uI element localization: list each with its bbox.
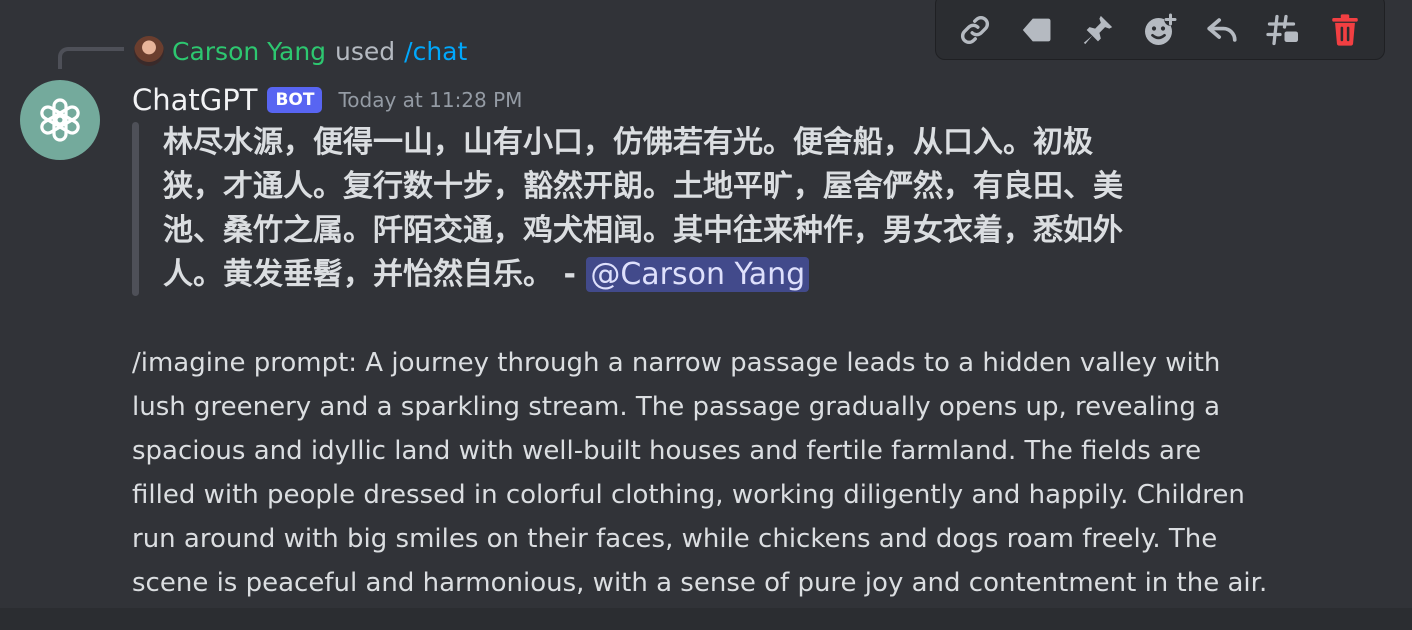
command-user-avatar[interactable] [134, 36, 164, 66]
tag-icon [1022, 18, 1051, 42]
bot-badge: BOT [267, 87, 323, 113]
command-name-link[interactable]: /chat [404, 37, 467, 66]
quote-line: 池、桑竹之属。阡陌交通，鸡犬相闻。其中往来种作，男女衣着，悉如外 [163, 213, 1123, 248]
bottom-divider [0, 608, 1412, 630]
quote-line: 狭，才通人。复行数十步，豁然开朗。土地平旷，屋舍俨然，有良田、美 [163, 169, 1123, 204]
quote-line: 林尽水源，便得一山，山有小口，仿佛若有光。便舍船，从口入。初极 [163, 125, 1093, 160]
pin-message-button[interactable] [1074, 6, 1122, 54]
blockquote-text: 林尽水源，便得一山，山有小口，仿佛若有光。便舍船，从口入。初极 狭，才通人。复行… [163, 121, 1203, 297]
pin-icon [1084, 15, 1113, 45]
command-usage-line: Carson Yang used /chat [134, 32, 467, 70]
user-mention[interactable]: @Carson Yang [586, 257, 810, 292]
chatgpt-logo-icon [40, 98, 80, 142]
prompt-paragraph: /imagine prompt: A journey through a nar… [132, 341, 1392, 605]
delete-message-button[interactable] [1321, 6, 1369, 54]
message-view: Carson Yang used /chat ChatGPT BOT Today… [0, 0, 1412, 630]
prompt-line: filled with people dressed in colorful c… [132, 480, 1245, 510]
link-icon [960, 16, 989, 44]
add-reaction-button[interactable] [1136, 6, 1184, 54]
prompt-line: spacious and idyllic land with well-buil… [132, 436, 1202, 466]
blockquote-bar [132, 122, 139, 296]
reply-spine [58, 47, 124, 69]
add-reaction-icon [1144, 13, 1177, 45]
prompt-line: /imagine prompt: A journey through a nar… [132, 348, 1221, 378]
create-thread-icon [1266, 14, 1299, 46]
message-timestamp[interactable]: Today at 11:28 PM [338, 88, 522, 112]
prompt-line: lush greenery and a sparkling stream. Th… [132, 392, 1221, 422]
author-avatar[interactable] [20, 80, 100, 160]
copy-link-button[interactable] [951, 6, 999, 54]
prompt-line: scene is peaceful and harmonious, with a… [132, 568, 1268, 598]
command-user-name[interactable]: Carson Yang [172, 37, 326, 66]
command-used-text: used [335, 36, 396, 66]
create-thread-button[interactable] [1259, 6, 1307, 54]
message-actions-toolbar [935, 0, 1385, 60]
reply-icon [1207, 18, 1237, 42]
delete-icon [1332, 14, 1358, 46]
reply-button[interactable] [1198, 6, 1246, 54]
apply-tag-button[interactable] [1013, 6, 1061, 54]
quote-line: 人。黄发垂髫，并怡然自乐。 - [163, 257, 587, 292]
message-header: ChatGPT BOT Today at 11:28 PM [132, 80, 522, 120]
quote-line-last: 人。黄发垂髫，并怡然自乐。 - @Carson Yang [163, 253, 1203, 297]
author-name[interactable]: ChatGPT [132, 83, 257, 117]
prompt-line: run around with big smiles on their face… [132, 524, 1218, 554]
